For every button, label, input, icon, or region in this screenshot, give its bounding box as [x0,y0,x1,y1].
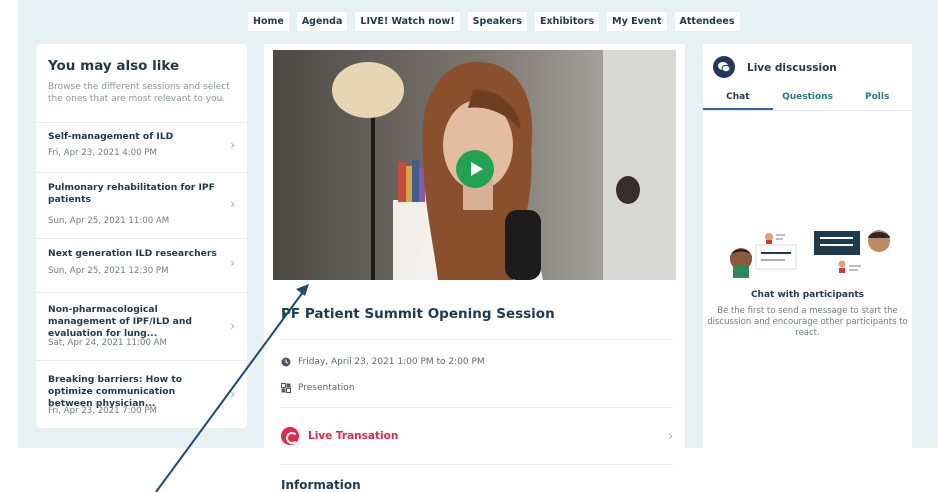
page: Home Agenda LIVE! Watch now! Speakers Ex… [0,0,938,492]
annotation-arrow [155,284,309,492]
